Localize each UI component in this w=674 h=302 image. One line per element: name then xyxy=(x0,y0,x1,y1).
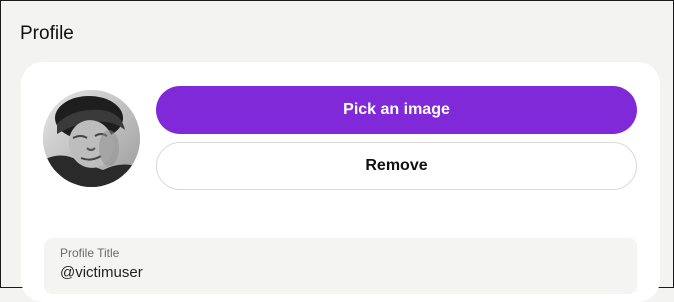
profile-title-input[interactable] xyxy=(60,264,621,281)
profile-title-field[interactable]: Profile Title xyxy=(44,238,637,294)
pick-image-button[interactable]: Pick an image xyxy=(156,86,637,134)
remove-image-button[interactable]: Remove xyxy=(156,142,637,190)
profile-card: Pick an image Remove Profile Title xyxy=(21,62,660,302)
section-title: Profile xyxy=(20,23,74,44)
profile-title-label: Profile Title xyxy=(60,246,120,260)
avatar xyxy=(43,90,140,187)
avatar-photo-icon xyxy=(43,90,140,187)
